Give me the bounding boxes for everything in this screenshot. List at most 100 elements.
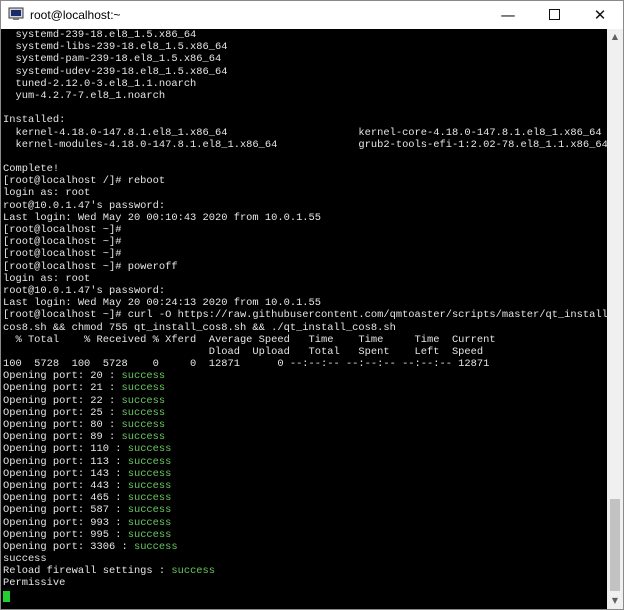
terminal-window: root@localhost:~ — ✕ systemd-239-18.el8_… (0, 0, 624, 610)
window-title: root@localhost:~ (30, 8, 121, 22)
close-icon: ✕ (593, 6, 607, 24)
terminal-line: Last login: Wed May 20 00:24:13 2020 fro… (3, 297, 607, 309)
terminal-line: [root@localhost /]# reboot (3, 175, 607, 187)
scrollbar-thumb[interactable] (610, 499, 620, 591)
minimize-icon: — (500, 6, 516, 24)
terminal-line-text: Opening port: 995 : (3, 528, 128, 541)
putty-terminal-icon (8, 7, 24, 20)
terminal-line-text: yum-4.2.7-7.el8_1.noarch (3, 89, 166, 102)
terminal-line-text: Opening port: 465 : (3, 492, 128, 505)
status-success: success (127, 504, 172, 517)
status-success: success (121, 406, 166, 419)
terminal-line-text: [root@localhost /]# reboot (3, 175, 166, 188)
prompt-line[interactable] (3, 590, 607, 602)
terminal-line-text: Opening port: 80 : (3, 419, 122, 431)
terminal-line-text: login as: root (3, 187, 91, 200)
terminal-line: tuned-2.12.0-3.el8_1.1.noarch (3, 78, 607, 90)
status-success: success (121, 394, 166, 407)
terminal-line: Opening port: 3306 : success (3, 541, 607, 553)
status-success: success (127, 528, 172, 541)
terminal-line-text: [root@localhost ~]# curl -O https://raw.… (3, 309, 607, 322)
status-success: success (171, 565, 216, 578)
scroll-down-arrow-icon[interactable]: ▼ (607, 593, 623, 609)
terminal-line-text: Last login: Wed May 20 00:24:13 2020 fro… (3, 297, 322, 310)
scroll-up-arrow-icon[interactable]: ▲ (607, 29, 623, 45)
terminal-line: Complete! (3, 163, 607, 175)
terminal-line-text: [root@localhost ~]# (3, 236, 122, 249)
terminal-line-text: kernel-4.18.0-147.8.1.el8_1.x86_64 kerne… (3, 126, 602, 139)
close-button[interactable]: ✕ (577, 1, 623, 29)
status-success: success (127, 479, 172, 492)
terminal-line: root@10.0.1.47's password: (3, 200, 607, 212)
terminal-line: Opening port: 143 : success (3, 468, 607, 480)
terminal-line: systemd-udev-239-18.el8_1.5.x86_64 (3, 66, 607, 78)
terminal-line: login as: root (3, 187, 607, 199)
terminal-line: Opening port: 25 : success (3, 407, 607, 419)
terminal-line-text: Opening port: 113 : (3, 455, 128, 468)
terminal-line: Installed: (3, 114, 607, 126)
status-success: success (127, 467, 172, 480)
status-success: success (121, 419, 166, 431)
terminal-line-text: root@10.0.1.47's password: (3, 199, 166, 212)
terminal-line-text: 100 5728 100 5728 0 0 12871 0 --:--:-- -… (3, 358, 490, 371)
terminal-line-text: Complete! (3, 163, 60, 176)
terminal-line: % Total % Received % Xferd Average Speed… (3, 334, 607, 346)
terminal-output[interactable]: systemd-239-18.el8_1.5.x86_64 systemd-li… (3, 29, 607, 609)
terminal-line: systemd-libs-239-18.el8_1.5.x86_64 (3, 41, 607, 53)
terminal-line-text: Opening port: 20 : (3, 370, 122, 383)
status-success: success (127, 516, 172, 529)
terminal-line: systemd-pam-239-18.el8_1.5.x86_64 (3, 53, 607, 65)
status-success: success (127, 455, 172, 468)
terminal-line: Opening port: 110 : success (3, 443, 607, 455)
terminal-line: Opening port: 465 : success (3, 492, 607, 504)
terminal-line-text: Opening port: 587 : (3, 504, 128, 517)
terminal-line: Opening port: 587 : success (3, 504, 607, 516)
terminal-line: success (3, 553, 607, 565)
terminal-line-text: Last login: Wed May 20 00:10:43 2020 fro… (3, 211, 322, 224)
terminal-line: systemd-239-18.el8_1.5.x86_64 (3, 29, 607, 41)
terminal-line: Dload Upload Total Spent Left Speed (3, 346, 607, 358)
terminal-line: root@10.0.1.47's password: (3, 285, 607, 297)
terminal-line: Opening port: 21 : success (3, 382, 607, 394)
status-success: success (133, 540, 178, 553)
terminal-line: yum-4.2.7-7.el8_1.noarch (3, 90, 607, 102)
terminal-line: [root@localhost ~]# (3, 224, 607, 236)
minimize-button[interactable]: — (485, 1, 531, 29)
maximize-button[interactable] (531, 1, 577, 29)
status-success: success (127, 492, 172, 505)
terminal-line: [root@localhost ~]# (3, 236, 607, 248)
terminal-line: [root@localhost ~]# (3, 248, 607, 260)
terminal-line-text: Opening port: 89 : (3, 431, 122, 444)
terminal-line: Opening port: 993 : success (3, 517, 607, 529)
terminal-line-text: systemd-pam-239-18.el8_1.5.x86_64 (3, 53, 222, 66)
terminal-line-text: cos8.sh && chmod 755 qt_install_cos8.sh … (3, 321, 396, 334)
title-bar[interactable]: root@localhost:~ — ✕ (1, 1, 623, 29)
maximize-icon (548, 8, 560, 20)
terminal-line-text: % Total % Received % Xferd Average Speed… (3, 333, 496, 346)
status-success: success (127, 443, 172, 456)
terminal-line: cos8.sh && chmod 755 qt_install_cos8.sh … (3, 322, 607, 334)
terminal-line: Last login: Wed May 20 00:10:43 2020 fro… (3, 212, 607, 224)
terminal-line: Reload firewall settings : success (3, 565, 607, 577)
status-success: success (121, 431, 166, 444)
text-cursor (3, 590, 10, 602)
terminal-line: Opening port: 22 : success (3, 395, 607, 407)
terminal-line-text: tuned-2.12.0-3.el8_1.1.noarch (3, 77, 197, 90)
status-success: success (121, 370, 166, 383)
terminal-line-text: Opening port: 3306 : (3, 540, 134, 553)
vertical-scrollbar[interactable]: ▲ ▼ (607, 29, 623, 609)
terminal-line-text: Opening port: 110 : (3, 443, 128, 456)
terminal-line-text: kernel-modules-4.18.0-147.8.1.el8_1.x86_… (3, 138, 607, 151)
terminal-line: Permissive (3, 577, 607, 589)
terminal-line-text: systemd-239-18.el8_1.5.x86_64 (3, 29, 197, 41)
terminal-line-text: root@10.0.1.47's password: (3, 284, 166, 297)
terminal-line: Opening port: 80 : success (3, 419, 607, 431)
terminal-line-text: Opening port: 143 : (3, 467, 128, 480)
terminal-line: Opening port: 995 : success (3, 529, 607, 541)
terminal-line: 100 5728 100 5728 0 0 12871 0 --:--:-- -… (3, 358, 607, 370)
terminal-line: Opening port: 89 : success (3, 431, 607, 443)
terminal-line: Opening port: 113 : success (3, 456, 607, 468)
terminal-line-text: Permissive (3, 577, 66, 590)
terminal-line-text: [root@localhost ~]# (3, 248, 122, 261)
